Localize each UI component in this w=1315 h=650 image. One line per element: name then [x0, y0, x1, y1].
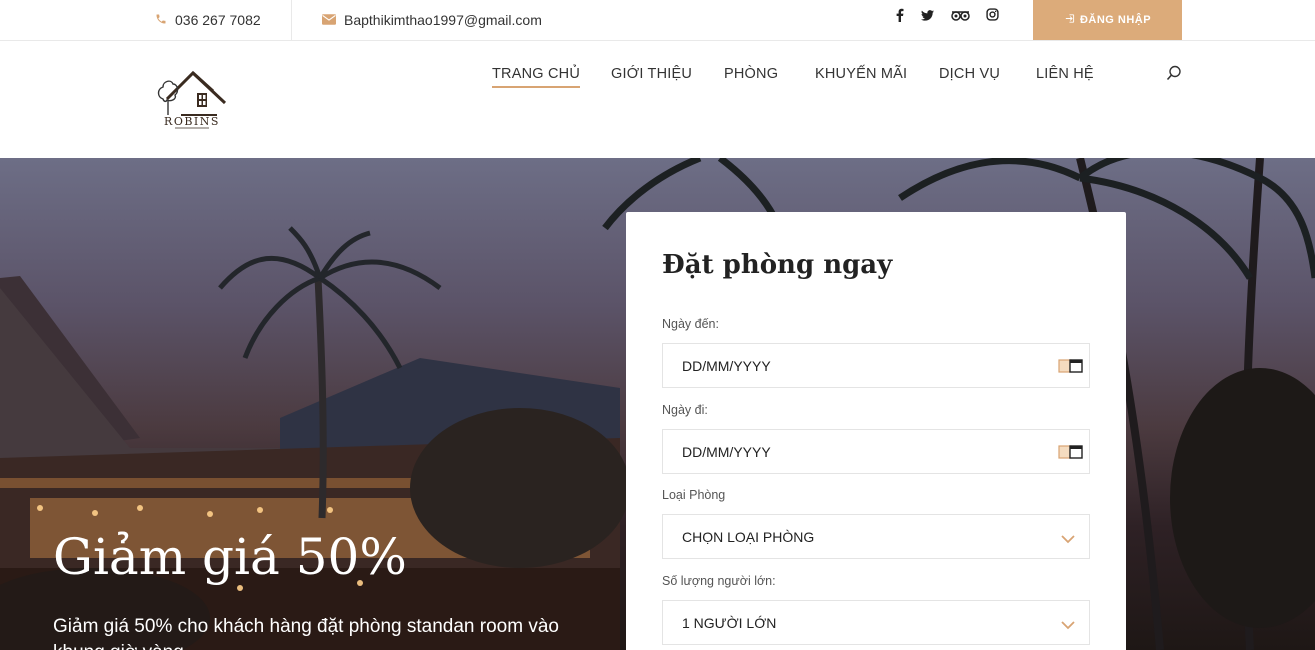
departure-date-input[interactable]: DD/MM/YYYY — [662, 429, 1090, 474]
nav-khuyen-mai[interactable]: KHUYẾN MÃI — [815, 66, 907, 82]
phone-icon — [155, 13, 167, 28]
instagram-icon[interactable] — [985, 8, 999, 26]
search-icon[interactable] — [1166, 65, 1182, 81]
top-bar: 036 267 7082 Bapthikimthao1997@gmail.com… — [0, 0, 1315, 41]
departure-date-value: DD/MM/YYYY — [682, 443, 771, 460]
nav-trang-chu[interactable]: TRANG CHỦ — [492, 66, 580, 88]
main-header: ROBINS TRANG CHỦ GIỚI THIỆU PHÒNG KHUYẾN… — [0, 41, 1315, 158]
arrival-label: Ngày đến: — [662, 317, 719, 331]
room-type-select[interactable]: CHỌN LOẠI PHÒNG — [662, 514, 1090, 559]
booking-title: Đặt phòng ngay — [662, 250, 893, 280]
login-button[interactable]: ĐĂNG NHẬP — [1033, 0, 1182, 40]
chevron-down-icon — [1061, 617, 1075, 630]
arrival-date-value: DD/MM/YYYY — [682, 357, 771, 374]
sign-in-icon — [1064, 13, 1075, 27]
login-label: ĐĂNG NHẬP — [1079, 14, 1152, 26]
robins-logo[interactable]: ROBINS — [153, 69, 231, 131]
hero-title: Giảm giá 50% — [53, 528, 407, 586]
adults-value: 1 NGƯỜI LỚN — [682, 614, 777, 631]
hero-subtitle: Giảm giá 50% cho khách hàng đặt phòng st… — [53, 616, 559, 650]
adults-label: Số lượng người lớn: — [662, 574, 776, 588]
chevron-down-icon — [1061, 531, 1075, 544]
room-type-value: CHỌN LOẠI PHÒNG — [682, 528, 815, 545]
tripadvisor-icon[interactable] — [950, 8, 970, 26]
topbar-divider — [291, 0, 292, 40]
nav-gioi-thieu[interactable]: GIỚI THIỆU — [611, 66, 692, 82]
adults-select[interactable]: 1 NGƯỜI LỚN — [662, 600, 1090, 645]
email-contact[interactable]: Bapthikimthao1997@gmail.com — [322, 0, 542, 40]
departure-label: Ngày đi: — [662, 403, 708, 417]
envelope-icon — [322, 13, 336, 28]
room-type-label: Loại Phòng — [662, 488, 726, 502]
nav-phong[interactable]: PHÒNG — [724, 66, 778, 82]
nav-dich-vu[interactable]: DỊCH VỤ — [939, 66, 1000, 82]
phone-number: 036 267 7082 — [175, 12, 261, 28]
email-address: Bapthikimthao1997@gmail.com — [344, 12, 542, 28]
logo-text: ROBINS — [164, 115, 220, 128]
phone-contact[interactable]: 036 267 7082 — [155, 0, 261, 40]
facebook-icon[interactable] — [895, 8, 905, 26]
nav-lien-he[interactable]: LIÊN HỆ — [1036, 66, 1094, 82]
arrival-date-input[interactable]: DD/MM/YYYY — [662, 343, 1090, 388]
calendar-icon[interactable] — [1058, 358, 1084, 374]
booking-card: Đặt phòng ngay Ngày đến: DD/MM/YYYY Ngày… — [626, 212, 1126, 650]
twitter-icon[interactable] — [920, 8, 934, 26]
calendar-icon[interactable] — [1058, 444, 1084, 460]
